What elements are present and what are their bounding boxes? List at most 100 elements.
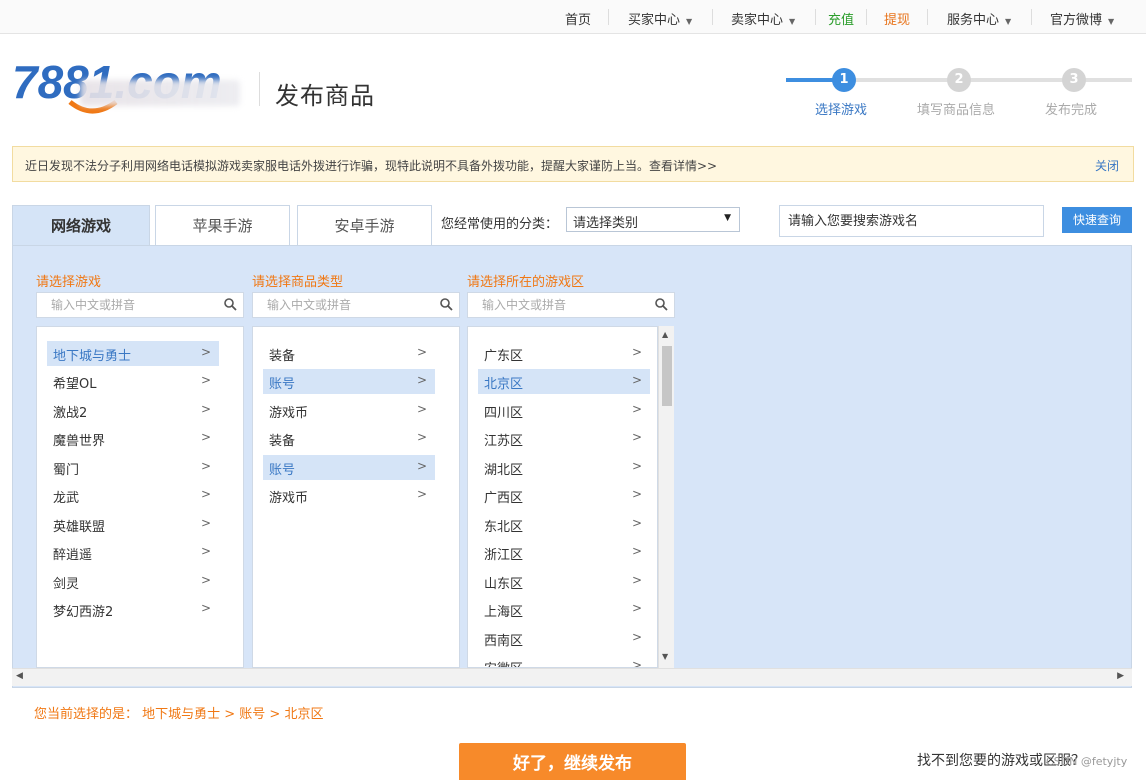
list-item[interactable]: 希望OL > [47, 369, 219, 394]
notice-text[interactable]: 近日发现不法分子利用网络电话模拟游戏卖家服电话外拨进行诈骗，现特此说明不具备外拨… [25, 157, 717, 174]
scroll-down-arrow-icon[interactable]: ▼ [662, 652, 668, 661]
nav-official-weibo[interactable]: 官方微博 ▼ [1050, 9, 1114, 28]
list-item-label: 江苏区 [484, 434, 524, 449]
chevron-right-icon: > [200, 345, 211, 359]
scroll-left-arrow-icon[interactable]: ◀ [16, 671, 23, 681]
nav-divider [1031, 9, 1032, 25]
list-item[interactable]: 北京区 > [478, 369, 650, 394]
magnifier-icon[interactable] [439, 297, 453, 311]
list-item[interactable]: 四川区 > [478, 398, 650, 423]
magnifier-icon[interactable] [654, 297, 668, 311]
nav-buyer-center[interactable]: 买家中心 ▼ [628, 9, 692, 28]
category-select[interactable]: 请选择类别 ▼ [566, 207, 740, 232]
list-item[interactable]: 浙江区 > [478, 540, 650, 565]
game-search-input[interactable] [779, 205, 1044, 237]
nav-withdraw-link[interactable]: 提现 [884, 9, 910, 28]
list-item[interactable]: 魔兽世界 > [47, 426, 219, 451]
step-1-circle: 1 [832, 68, 856, 92]
scroll-right-arrow-icon[interactable]: ▶ [1117, 671, 1124, 681]
list-item[interactable]: 账号 > [263, 369, 435, 394]
scroll-up-arrow-icon[interactable]: ▲ [662, 330, 668, 339]
list-item[interactable]: 地下城与勇士 > [47, 341, 219, 366]
item-type-list: 装备 > 账号 > 游戏币 > 装备 > 账号 > 游戏币 > [252, 326, 460, 668]
chevron-right-icon: > [631, 487, 642, 501]
list-item-label: 东北区 [484, 520, 524, 535]
game-list: 地下城与勇士 > 希望OL > 激战2 > 魔兽世界 > 蜀门 > 龙武 > 英雄联盟 > 醉… [36, 326, 244, 668]
list-item-label: 北京区 [484, 377, 524, 392]
game-filter-input[interactable] [37, 293, 217, 317]
top-nav-bar: 首页 买家中心 ▼ 卖家中心 ▼ 充值 提现 服务中心 ▼ 官方微博 ▼ [0, 0, 1146, 34]
chevron-right-icon: > [416, 487, 427, 501]
list-item[interactable]: 广西区 > [478, 483, 650, 508]
list-item[interactable]: 西南区 > [478, 626, 650, 651]
tab-android-mobile-games[interactable]: 安卓手游 [297, 205, 432, 245]
tab-online-games[interactable]: 网络游戏 [12, 205, 150, 247]
tab-apple-mobile-games[interactable]: 苹果手游 [155, 205, 290, 245]
list-item[interactable]: 剑灵 > [47, 569, 219, 594]
caret-down-icon: ▼ [724, 213, 731, 223]
nav-seller-center[interactable]: 卖家中心 ▼ [731, 9, 795, 28]
list-item[interactable]: 山东区 > [478, 569, 650, 594]
list-item[interactable]: 装备 > [263, 426, 435, 451]
chevron-right-icon: > [631, 459, 642, 473]
list-item-label: 四川区 [484, 406, 524, 421]
column-title-server: 请选择所在的游戏区 [467, 275, 585, 290]
server-filter-field [467, 292, 675, 318]
list-item[interactable]: 湖北区 > [478, 455, 650, 480]
list-item-label: 游戏币 [269, 406, 309, 421]
chevron-right-icon: > [200, 516, 211, 530]
list-item-label: 游戏币 [269, 491, 309, 506]
nav-service-center[interactable]: 服务中心 ▼ [947, 9, 1011, 28]
list-item[interactable]: 江苏区 > [478, 426, 650, 451]
list-item[interactable]: 东北区 > [478, 512, 650, 537]
list-item[interactable]: 梦幻西游2 > [47, 597, 219, 622]
list-item-label: 山东区 [484, 577, 524, 592]
list-item-label: 广西区 [484, 491, 524, 506]
list-item[interactable]: 安徽区 > [478, 654, 650, 667]
watermark-text: CSDN @fetyjty [1046, 755, 1128, 768]
list-item[interactable]: 广东区 > [478, 341, 650, 366]
chevron-right-icon: > [631, 345, 642, 359]
list-item-label: 魔兽世界 [53, 434, 106, 449]
continue-publish-button[interactable]: 好了，继续发布 [459, 743, 686, 780]
list-item-label: 希望OL [53, 377, 97, 392]
chevron-right-icon: > [200, 459, 211, 473]
list-item[interactable]: 龙武 > [47, 483, 219, 508]
nav-seller-center-label: 卖家中心 [731, 13, 784, 28]
chevron-right-icon: > [200, 487, 211, 501]
chevron-right-icon: > [631, 630, 642, 644]
list-item-label: 梦幻西游2 [53, 605, 114, 620]
nav-divider [927, 9, 928, 25]
chevron-right-icon: > [416, 373, 427, 387]
chevron-right-icon: > [416, 430, 427, 444]
list-item[interactable]: 上海区 > [478, 597, 650, 622]
list-item[interactable]: 激战2 > [47, 398, 219, 423]
item-type-filter-input[interactable] [253, 293, 433, 317]
fraud-notice-bar: 近日发现不法分子利用网络电话模拟游戏卖家服电话外拨进行诈骗，现特此说明不具备外拨… [12, 146, 1134, 182]
quick-search-button[interactable]: 快速查询 [1062, 207, 1132, 233]
server-list-scrollbar[interactable]: ▲ ▼ [658, 326, 674, 668]
list-item[interactable]: 游戏币 > [263, 483, 435, 508]
nav-recharge-link[interactable]: 充值 [828, 9, 854, 28]
list-item[interactable]: 英雄联盟 > [47, 512, 219, 537]
list-item[interactable]: 装备 > [263, 341, 435, 366]
notice-close-link[interactable]: 关闭 [1095, 157, 1119, 174]
list-item[interactable]: 游戏币 > [263, 398, 435, 423]
list-item[interactable]: 醉逍遥 > [47, 540, 219, 565]
panel-horizontal-scrollbar[interactable]: ◀ ▶ [12, 668, 1132, 686]
game-filter-field [36, 292, 244, 318]
nav-divider [815, 9, 816, 25]
chevron-right-icon: > [631, 601, 642, 615]
list-item[interactable]: 账号 > [263, 455, 435, 480]
nav-divider [608, 9, 609, 25]
chevron-right-icon: > [200, 402, 211, 416]
magnifier-icon[interactable] [223, 297, 237, 311]
scrollbar-thumb[interactable] [662, 346, 672, 406]
nav-service-center-label: 服务中心 [947, 13, 1000, 28]
list-item-label: 安徽区 [484, 658, 523, 667]
caret-down-icon: ▼ [1005, 17, 1012, 26]
server-filter-input[interactable] [468, 293, 648, 317]
nav-home-link[interactable]: 首页 [565, 9, 591, 28]
chevron-right-icon: > [200, 544, 211, 558]
list-item[interactable]: 蜀门 > [47, 455, 219, 480]
